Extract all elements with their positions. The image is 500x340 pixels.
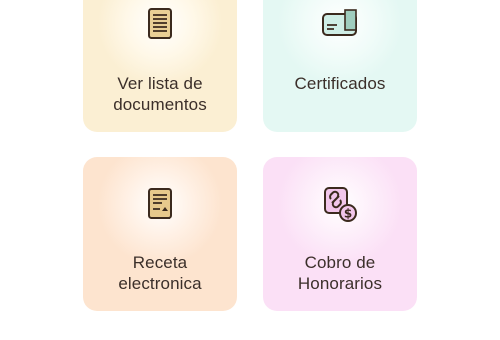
billing-link-icon: $: [314, 178, 366, 230]
card-label-line: Receta: [132, 253, 188, 272]
card-label-line: Honorarios: [297, 274, 383, 293]
document-list-icon: [134, 0, 186, 50]
card-label-line: Certificados: [294, 74, 386, 93]
card-receta-electronica[interactable]: Receta electronica: [83, 157, 237, 311]
card-label: Receta electronica: [83, 252, 237, 294]
card-certificados[interactable]: Certificados: [263, 0, 417, 132]
card-label: Cobro de Honorarios: [263, 252, 417, 294]
card-label-line: Ver lista de: [117, 74, 203, 93]
card-label: Ver lista de documentos: [83, 73, 237, 115]
card-label-line: electronica: [118, 274, 202, 293]
services-grid: Ver lista de documentos Certificados Rec…: [0, 0, 500, 340]
card-cobro-honorarios[interactable]: $ Cobro de Honorarios: [263, 157, 417, 311]
svg-text:$: $: [344, 207, 352, 221]
card-ver-lista-documentos[interactable]: Ver lista de documentos: [83, 0, 237, 132]
card-label-line: Cobro de: [304, 253, 376, 272]
card-label: Certificados: [263, 73, 417, 94]
prescription-icon: [134, 178, 186, 230]
card-label-line: documentos: [113, 95, 207, 114]
certificate-icon: [314, 0, 366, 50]
